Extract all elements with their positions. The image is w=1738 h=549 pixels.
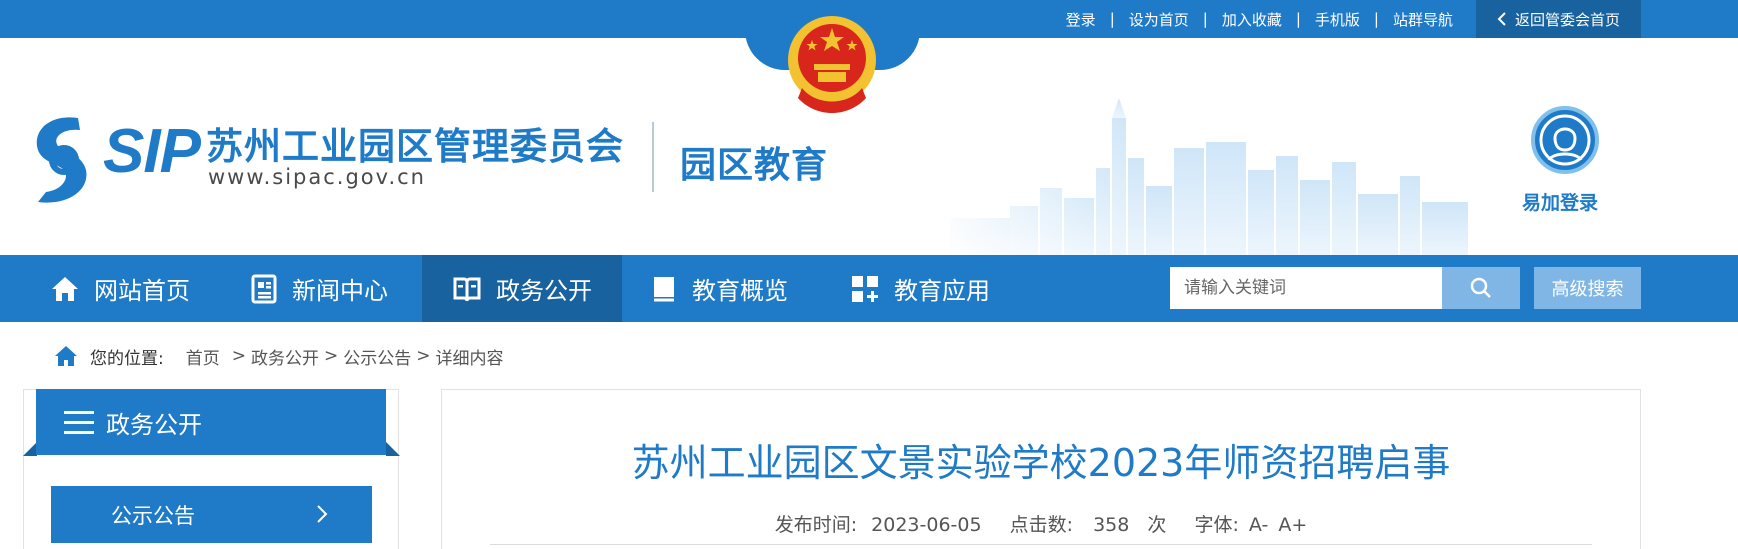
back-to-committee-button[interactable]: 返回管委会首页 [1476, 0, 1641, 38]
mobile-version-link[interactable]: 手机版 [1315, 9, 1360, 30]
top-links: 登录 | 设为首页 | 加入收藏 | 手机版 | 站群导航 [1066, 0, 1453, 38]
national-emblem-icon [788, 16, 876, 113]
nav-item-education-overview[interactable]: 教育概览 [650, 255, 788, 322]
header-divider [652, 122, 654, 192]
nav-label: 新闻中心 [292, 277, 388, 305]
article-meta: 发布时间: 2023-06-05 点击数: 358 次 字体: A- A+ [441, 510, 1641, 537]
views-unit: 次 [1147, 514, 1167, 536]
nav-item-education-apps[interactable]: 教育应用 [850, 255, 990, 322]
separator: | [1109, 10, 1115, 28]
user-avatar-icon[interactable] [1531, 106, 1599, 174]
views-label: 点击数: [1009, 514, 1074, 536]
breadcrumb-detail: 详细内容 [435, 348, 504, 369]
article-title: 苏州工业园区文景实验学校2023年师资招聘启事 [631, 441, 1451, 485]
news-icon [251, 274, 277, 303]
nav-label: 网站首页 [94, 277, 190, 305]
nav-item-government-affairs[interactable]: 政务公开 [422, 255, 622, 322]
easy-login-link[interactable]: 易加登录 [1522, 188, 1598, 215]
article-divider [490, 544, 1592, 545]
home-icon [55, 346, 77, 366]
breadcrumb-government-affairs[interactable]: 政务公开 [251, 344, 319, 369]
add-favorite-link[interactable]: 加入收藏 [1222, 9, 1282, 30]
font-size-label: 字体: [1194, 514, 1239, 536]
breadcrumb-separator: > [231, 346, 246, 366]
breadcrumb-separator: > [416, 346, 431, 366]
apps-icon [852, 275, 878, 302]
search-icon [1470, 277, 1491, 298]
views-count: 358 [1093, 514, 1130, 536]
sidebar-header: 政务公开 [36, 389, 386, 455]
search-button[interactable] [1442, 267, 1520, 309]
sidebar-fold-left [23, 442, 37, 456]
site-group-nav-link[interactable]: 站群导航 [1393, 9, 1453, 30]
nav-item-news[interactable]: 新闻中心 [250, 255, 388, 322]
publish-date-label: 发布时间: [774, 514, 858, 536]
font-smaller-button[interactable]: A- [1249, 514, 1268, 536]
site-name: 园区教育 [680, 145, 829, 186]
sidebar-title: 政务公开 [106, 410, 202, 439]
sip-logo-icon [36, 117, 87, 203]
breadcrumb: 您的位置: 首页 > 政务公开 > 公示公告 > 详细内容 [54, 344, 504, 369]
back-label: 返回管委会首页 [1514, 10, 1620, 29]
menu-icon [64, 411, 94, 434]
font-larger-button[interactable]: A+ [1278, 514, 1307, 536]
nav-label: 教育应用 [894, 277, 990, 305]
home-icon [52, 276, 78, 301]
publish-date: 2023-06-05 [871, 514, 982, 536]
separator: | [1202, 10, 1208, 28]
breadcrumb-separator: > [323, 346, 339, 366]
breadcrumb-announcements[interactable]: 公示公告 [343, 344, 411, 369]
chevron-right-icon [317, 505, 328, 523]
sidebar-item-label: 公示公告 [111, 503, 195, 528]
login-link[interactable]: 登录 [1066, 9, 1096, 30]
separator: | [1295, 10, 1301, 28]
search-input[interactable] [1170, 267, 1442, 309]
breadcrumb-prefix: 您的位置: [90, 348, 164, 369]
nav-label: 政务公开 [496, 277, 592, 305]
breadcrumb-home[interactable]: 首页 [186, 344, 220, 369]
organization-url: www.sipac.gov.cn [208, 165, 426, 189]
nav-item-home[interactable]: 网站首页 [50, 255, 190, 322]
organization-name: 苏州工业园区管理委员会 [206, 125, 624, 168]
separator: | [1373, 10, 1379, 28]
chevron-left-icon [1497, 12, 1506, 26]
city-skyline-illustration [930, 98, 1490, 255]
main-navigation: 网站首页 新闻中心 政务公开 教育概览 教育应用 高级搜索 [0, 255, 1738, 322]
sidebar-item-announcements[interactable]: 公示公告 [51, 486, 372, 543]
advanced-search-button[interactable]: 高级搜索 [1534, 267, 1641, 309]
set-homepage-link[interactable]: 设为首页 [1129, 9, 1189, 30]
notebook-icon [654, 276, 674, 301]
book-icon [453, 277, 481, 301]
person-icon [1539, 114, 1591, 166]
nav-label: 教育概览 [692, 277, 788, 305]
sidebar-fold-right [386, 442, 400, 456]
logo-text: SIP [103, 117, 201, 186]
